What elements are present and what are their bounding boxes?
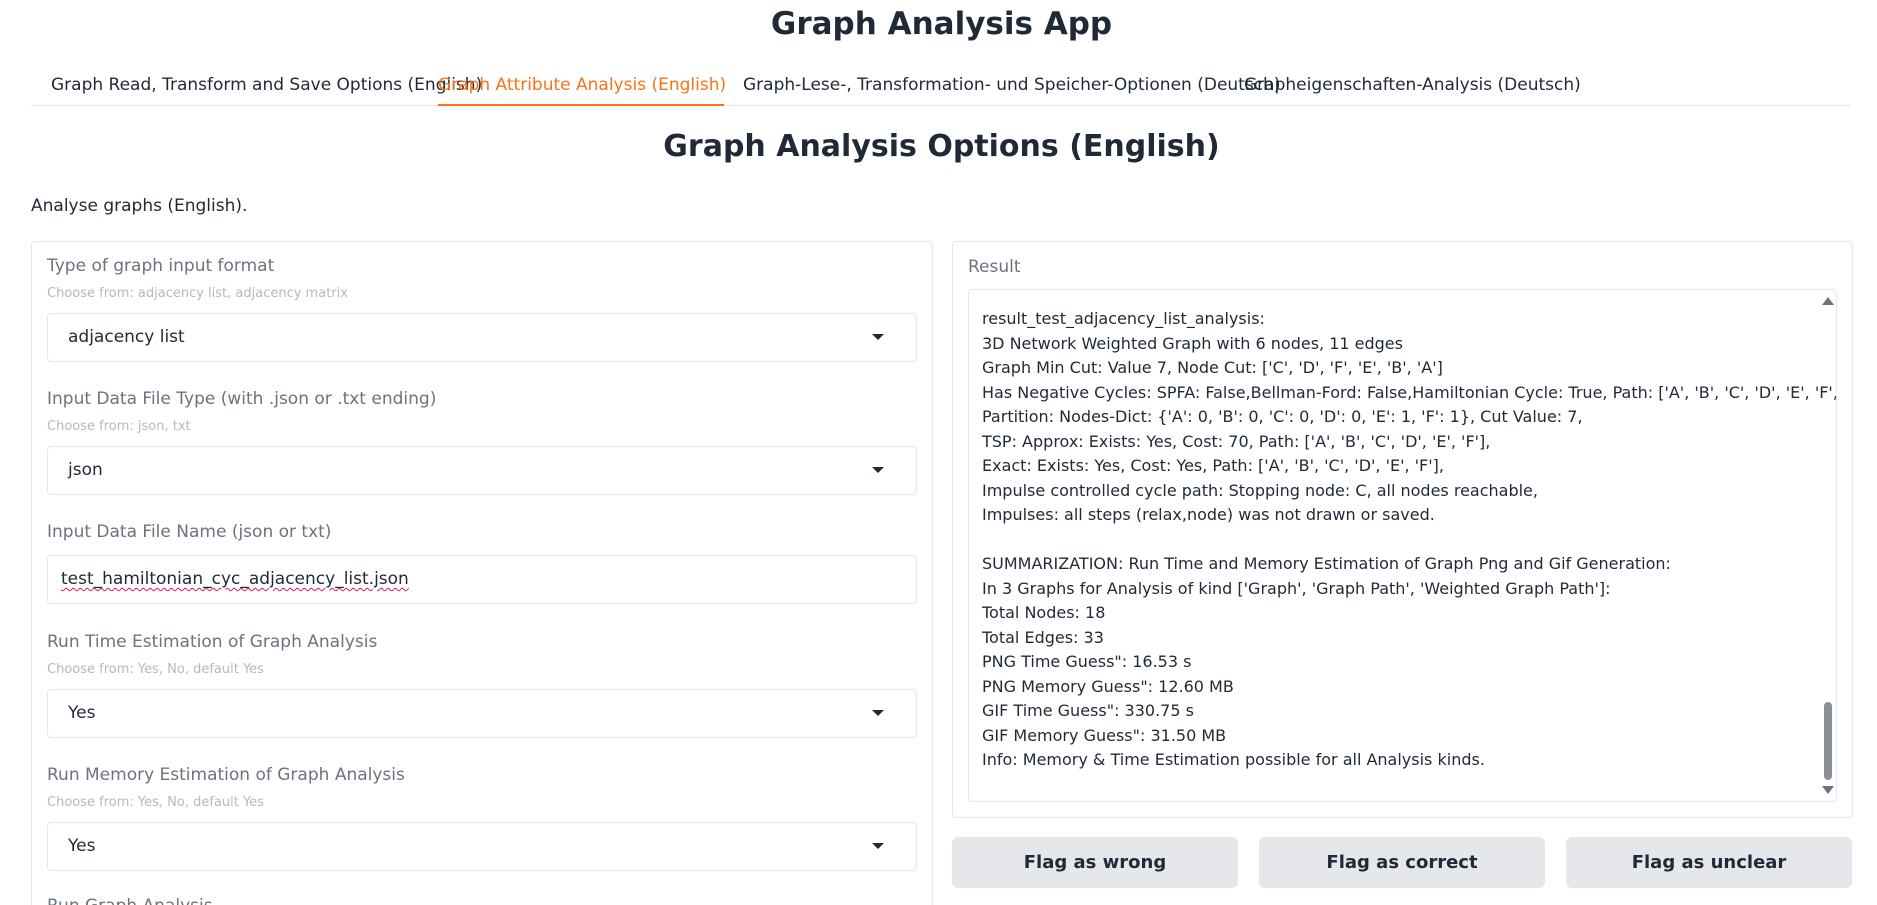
result-line: Has Negative Cycles: SPFA: False,Bellman… <box>982 382 1837 402</box>
tab-graph-read-transform-save[interactable]: Graph Read, Transform and Save Options (… <box>51 68 482 104</box>
result-line: result_test_adjacency_list_analysis: <box>982 309 1265 328</box>
graph-input-format-info: Choose from: adjacency list, adjacency m… <box>47 286 348 301</box>
run-time-estimation-dropdown[interactable]: Yes <box>47 689 917 738</box>
file-name-label: Input Data File Name (json or txt) <box>47 522 332 542</box>
scroll-down-arrow-icon[interactable] <box>1822 786 1834 794</box>
chevron-down-icon <box>872 467 884 473</box>
result-line: TSP: Approx: Exists: Yes, Cost: 70, Path… <box>982 431 1491 451</box>
run-memory-estimation-dropdown[interactable]: Yes <box>47 822 917 871</box>
result-line: Exact: Exists: Yes, Cost: Yes, Path: ['A… <box>982 456 1444 475</box>
result-panel: Result result_test_adjacency_list_analys… <box>952 241 1853 818</box>
file-type-value: json <box>68 460 103 480</box>
options-form-panel: Type of graph input format Choose from: … <box>31 241 933 905</box>
result-line: PNG Time Guess": 16.53 s <box>982 652 1192 671</box>
flag-wrong-button[interactable]: Flag as wrong <box>952 837 1238 888</box>
chevron-down-icon <box>872 843 884 849</box>
result-line: Impulse controlled cycle path: Stopping … <box>982 480 1538 500</box>
app-title: Graph Analysis App <box>770 6 1113 42</box>
file-name-input[interactable]: test_hamiltonian_cyc_adjacency_list.json <box>47 555 917 604</box>
result-textbox[interactable]: result_test_adjacency_list_analysis: 3D N… <box>968 289 1837 802</box>
run-memory-estimation-info: Choose from: Yes, No, default Yes <box>47 795 264 810</box>
result-line <box>982 528 1812 553</box>
chevron-down-icon <box>872 334 884 340</box>
result-line: SUMMARIZATION: Run Time and Memory Estim… <box>982 554 1671 573</box>
result-line: Partition: Nodes-Dict: {'A': 0, 'B': 0, … <box>982 407 1583 426</box>
file-type-info: Choose from: json, txt <box>47 419 191 434</box>
result-line: Total Nodes: 18 <box>982 603 1106 622</box>
file-type-label: Input Data File Type (with .json or .txt… <box>47 389 437 409</box>
run-memory-estimation-label: Run Memory Estimation of Graph Analysis <box>47 765 405 785</box>
tab-graph-lese-optionen[interactable]: Graph-Lese-, Transformation- und Speiche… <box>743 68 1280 104</box>
scroll-up-arrow-icon[interactable] <box>1822 297 1834 305</box>
tab-bar: Graph Read, Transform and Save Options (… <box>31 68 1851 106</box>
result-line: GIF Time Guess": 330.75 s <box>982 701 1194 720</box>
graph-input-format-value: adjacency list <box>68 327 185 347</box>
tab-grapheigenschaften-analysis[interactable]: Grapheigenschaften-Analysis (Deutsch) <box>1244 68 1581 104</box>
result-label: Result <box>968 257 1021 277</box>
file-name-value: test_hamiltonian_cyc_adjacency_list.json <box>61 569 409 589</box>
result-line: Graph Min Cut: Value 7, Node Cut: ['C', … <box>982 358 1443 377</box>
result-text: result_test_adjacency_list_analysis: 3D N… <box>982 307 1837 773</box>
result-line: PNG Memory Guess": 12.60 MB <box>982 676 1234 696</box>
chevron-down-icon <box>872 710 884 716</box>
result-line: In 3 Graphs for Analysis of kind ['Graph… <box>982 578 1611 598</box>
result-line: Impulses: all steps (relax,node) was not… <box>982 505 1435 524</box>
section-title: Graph Analysis Options (English) <box>663 129 1220 164</box>
graph-input-format-label: Type of graph input format <box>47 256 275 276</box>
result-line: Info: Memory & Time Estimation possible … <box>982 750 1485 769</box>
file-type-dropdown[interactable]: json <box>47 446 917 495</box>
run-memory-estimation-value: Yes <box>68 836 96 856</box>
tab-graph-attribute-analysis[interactable]: Graph Attribute Analysis (English) <box>438 68 726 106</box>
run-time-estimation-label: Run Time Estimation of Graph Analysis <box>47 632 378 652</box>
scroll-thumb[interactable] <box>1824 702 1832 780</box>
app-root: Graph Analysis App Graph Read, Transform… <box>0 0 1877 905</box>
run-time-estimation-value: Yes <box>68 703 96 723</box>
result-line: Total Edges: 33 <box>982 627 1104 647</box>
graph-input-format-dropdown[interactable]: adjacency list <box>47 313 917 362</box>
result-line: 3D Network Weighted Graph with 6 nodes, … <box>982 333 1403 353</box>
flag-unclear-button[interactable]: Flag as unclear <box>1566 837 1852 888</box>
result-line: GIF Memory Guess": 31.50 MB <box>982 725 1227 745</box>
run-graph-analysis-label: Run Graph Analysis <box>47 896 213 905</box>
result-scrollbar[interactable] <box>1819 290 1836 801</box>
flag-correct-button[interactable]: Flag as correct <box>1259 837 1545 888</box>
section-description: Analyse graphs (English). <box>31 196 248 216</box>
run-time-estimation-info: Choose from: Yes, No, default Yes <box>47 662 264 677</box>
